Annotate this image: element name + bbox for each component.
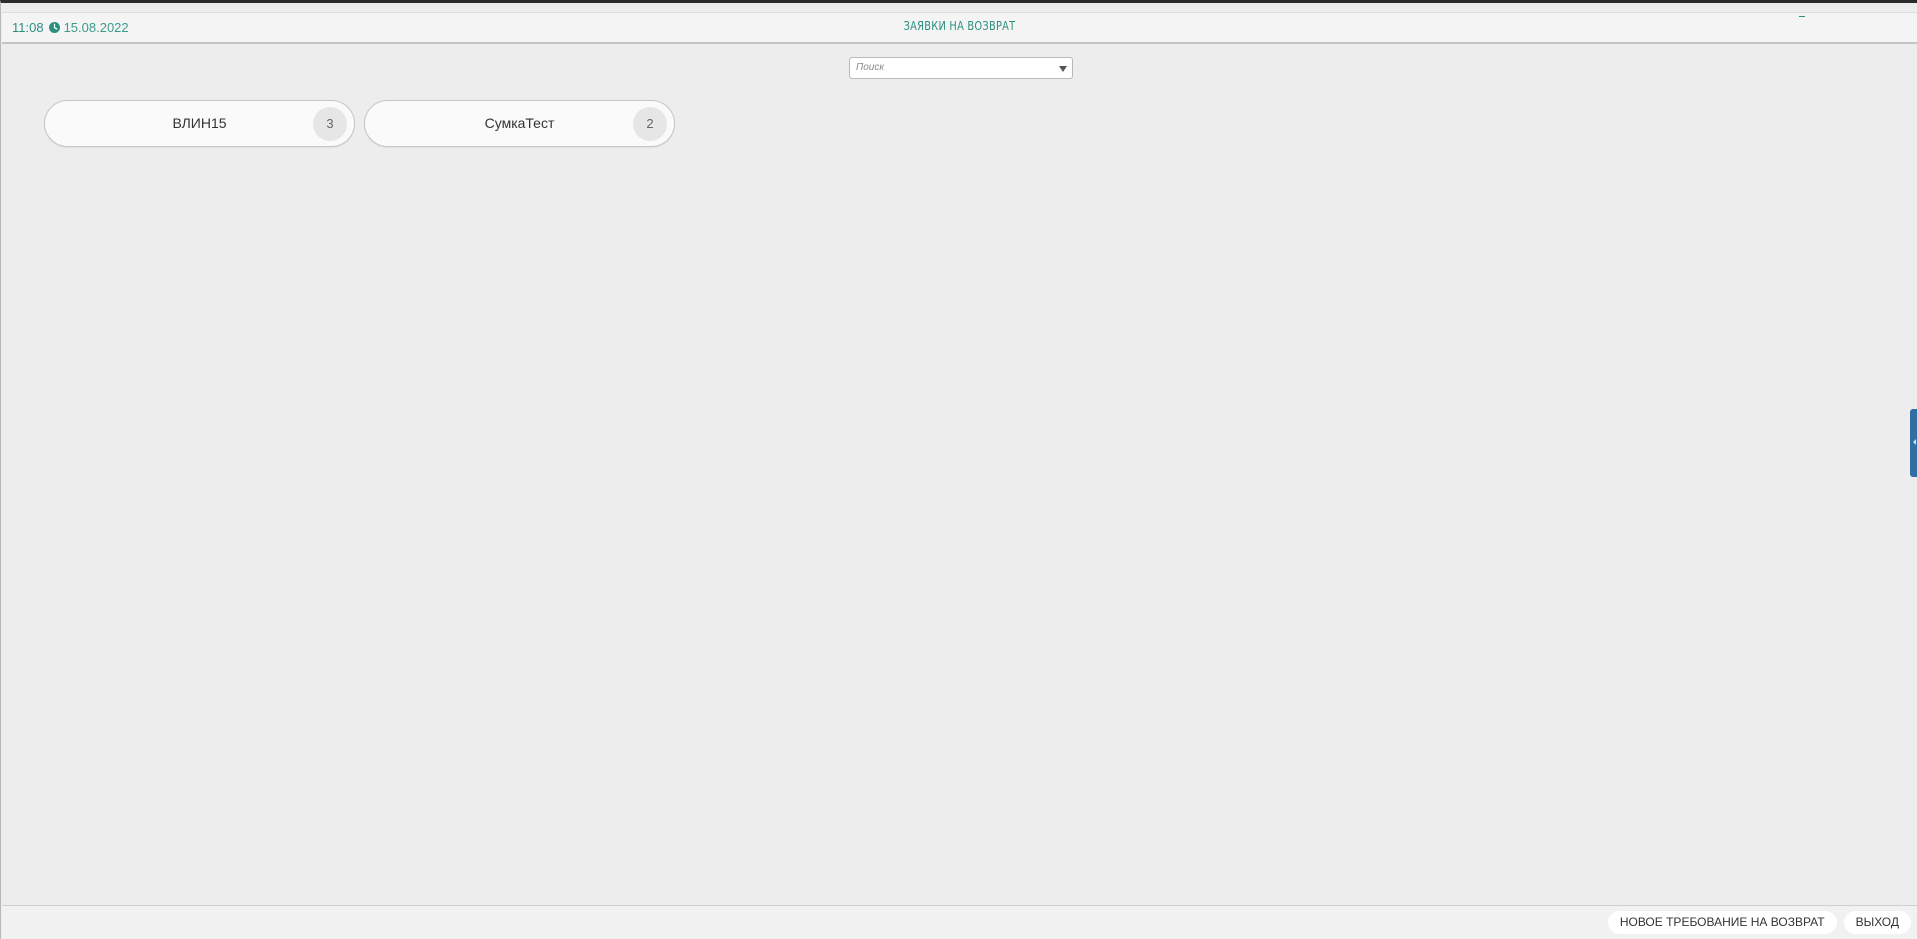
clock-icon bbox=[48, 22, 60, 33]
exit-button[interactable]: ВЫХОД bbox=[1843, 911, 1911, 934]
top-bar: 11:08 15.08.2022 ЗАЯВКИ НА ВОЗВРАТ bbox=[2, 12, 1917, 44]
request-count-badge: 3 bbox=[313, 107, 347, 141]
request-card[interactable]: СумкаТест 2 bbox=[364, 100, 675, 147]
footer-actions: НОВОЕ ТРЕБОВАНИЕ НА ВОЗВРАТ ВЫХОД bbox=[1607, 911, 1911, 934]
chevron-down-icon[interactable] bbox=[1059, 66, 1067, 72]
request-card-name: СумкаТест bbox=[484, 115, 555, 131]
new-return-request-button[interactable]: НОВОЕ ТРЕБОВАНИЕ НА ВОЗВРАТ bbox=[1607, 911, 1837, 934]
request-count-badge: 2 bbox=[633, 107, 667, 141]
request-card-list: ВЛИН15 3 СумкаТест 2 bbox=[44, 100, 675, 147]
side-panel-toggle[interactable] bbox=[1910, 409, 1917, 477]
current-time: 11:08 bbox=[12, 20, 44, 35]
page-title: ЗАЯВКИ НА ВОЗВРАТ bbox=[903, 19, 1016, 33]
request-card-name: ВЛИН15 bbox=[172, 115, 227, 131]
app-window: 11:08 15.08.2022 ЗАЯВКИ НА ВОЗВРАТ Поиск… bbox=[0, 0, 1917, 939]
bottom-bar: НОВОЕ ТРЕБОВАНИЕ НА ВОЗВРАТ ВЫХОД bbox=[2, 905, 1917, 939]
search-dropdown[interactable]: Поиск bbox=[849, 57, 1073, 79]
chevron-left-icon bbox=[1913, 439, 1916, 445]
current-date: 15.08.2022 bbox=[63, 20, 129, 35]
search-placeholder: Поиск bbox=[856, 62, 885, 73]
clock-display: 11:08 15.08.2022 bbox=[12, 20, 129, 35]
request-card[interactable]: ВЛИН15 3 bbox=[44, 100, 355, 147]
header-dash-mark bbox=[1799, 16, 1805, 17]
